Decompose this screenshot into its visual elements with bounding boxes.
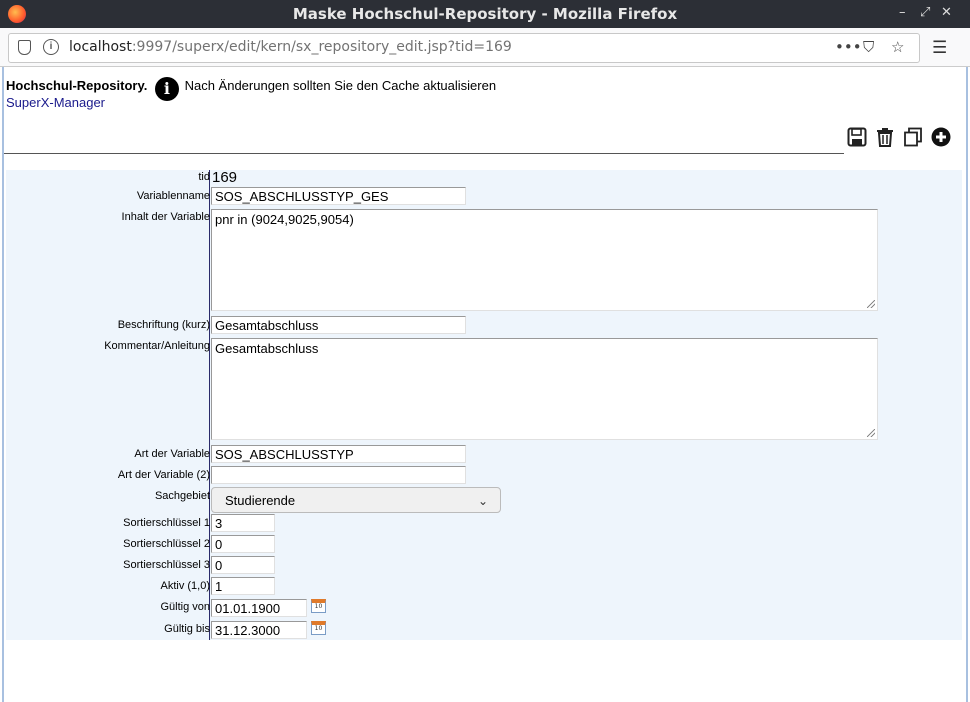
aktiv-input[interactable]: 1 xyxy=(211,577,275,595)
tid-value: 169 xyxy=(212,169,238,186)
address-bar[interactable]: i localhost:9997/superx/edit/kern/sx_rep… xyxy=(8,33,920,63)
art2-label: Art der Variable (2) xyxy=(117,469,210,481)
page-content: Hochschul-Repository. i Nach Änderungen … xyxy=(2,67,968,702)
variablenname-input[interactable]: SOS_ABSCHLUSSTYP_GES xyxy=(211,187,466,205)
kommentar-label: Kommentar/Anleitung xyxy=(104,340,210,352)
beschriftung-input[interactable]: Gesamtabschluss xyxy=(211,316,466,334)
sachgebiet-label: Sachgebiet xyxy=(154,490,210,502)
window-titlebar: Maske Hochschul-Repository - Mozilla Fir… xyxy=(0,0,970,28)
gueltig-von-input[interactable]: 01.01.1900 xyxy=(211,599,307,617)
variablenname-label: Variablenname xyxy=(136,190,210,202)
menu-icon[interactable]: ☰ xyxy=(932,38,947,58)
sort3-label: Sortierschlüssel 3 xyxy=(123,559,210,571)
tracking-shield-icon[interactable] xyxy=(18,40,31,55)
sort2-input[interactable]: 0 xyxy=(211,535,275,553)
plus-icon[interactable] xyxy=(930,127,952,151)
art2-input[interactable] xyxy=(211,466,466,484)
resize-grip-icon[interactable] xyxy=(867,300,875,308)
resize-grip-icon[interactable] xyxy=(867,429,875,437)
info-icon[interactable]: i xyxy=(154,77,179,101)
url-host: localhost xyxy=(69,39,132,55)
sachgebiet-select[interactable]: Studierende ⌄ xyxy=(211,487,501,513)
page-title: Hochschul-Repository. xyxy=(6,78,148,93)
cache-hint: Nach Änderungen sollten Sie den Cache ak… xyxy=(184,78,497,93)
page-actions-icon[interactable]: ••• xyxy=(835,38,862,56)
copy-icon[interactable] xyxy=(902,127,924,151)
save-icon[interactable] xyxy=(846,127,868,151)
sort1-input[interactable]: 3 xyxy=(211,514,275,532)
art-input[interactable]: SOS_ABSCHLUSSTYP xyxy=(211,445,466,463)
url-path: :9997/superx/edit/kern/sx_repository_edi… xyxy=(131,39,512,55)
maximize-icon[interactable]: ⤢ xyxy=(920,5,930,20)
url-text[interactable]: localhost:9997/superx/edit/kern/sx_repos… xyxy=(69,39,512,55)
kommentar-textarea[interactable]: Gesamtabschluss xyxy=(211,338,878,440)
kommentar-value: Gesamtabschluss xyxy=(215,341,319,356)
sachgebiet-value: Studierende xyxy=(225,493,296,508)
gueltig-von-label: Gültig von xyxy=(160,601,210,613)
minimize-icon[interactable]: – xyxy=(899,5,906,20)
calendar-icon[interactable]: 10 xyxy=(311,621,326,635)
close-icon[interactable]: ✕ xyxy=(941,5,952,20)
gueltig-bis-label: Gültig bis xyxy=(164,623,210,635)
beschriftung-label: Beschriftung (kurz) xyxy=(117,319,210,331)
art-label: Art der Variable xyxy=(134,448,210,460)
aktiv-label: Aktiv (1,0) xyxy=(160,580,210,592)
calendar-icon[interactable]: 10 xyxy=(311,599,326,613)
navigation-bar: i localhost:9997/superx/edit/kern/sx_rep… xyxy=(0,28,970,67)
inhalt-textarea[interactable]: pnr in (9024,9025,9054) xyxy=(211,209,878,311)
site-info-icon[interactable]: i xyxy=(43,39,59,55)
bookmark-star-icon[interactable]: ☆ xyxy=(891,38,904,56)
sort2-label: Sortierschlüssel 2 xyxy=(123,538,210,550)
gueltig-bis-input[interactable]: 31.12.3000 xyxy=(211,621,307,639)
chevron-down-icon: ⌄ xyxy=(477,494,488,508)
superx-manager-link[interactable]: SuperX-Manager xyxy=(6,95,105,110)
inhalt-label: Inhalt der Variable xyxy=(121,211,210,223)
trash-icon[interactable] xyxy=(874,127,896,151)
pocket-icon[interactable]: ⛉ xyxy=(863,38,874,56)
sort1-label: Sortierschlüssel 1 xyxy=(123,517,210,529)
sort3-input[interactable]: 0 xyxy=(211,556,275,574)
tid-label: tid xyxy=(198,171,210,183)
window-title: Maske Hochschul-Repository - Mozilla Fir… xyxy=(292,5,678,23)
inhalt-value: pnr in (9024,9025,9054) xyxy=(215,212,354,227)
header-divider xyxy=(4,153,844,154)
